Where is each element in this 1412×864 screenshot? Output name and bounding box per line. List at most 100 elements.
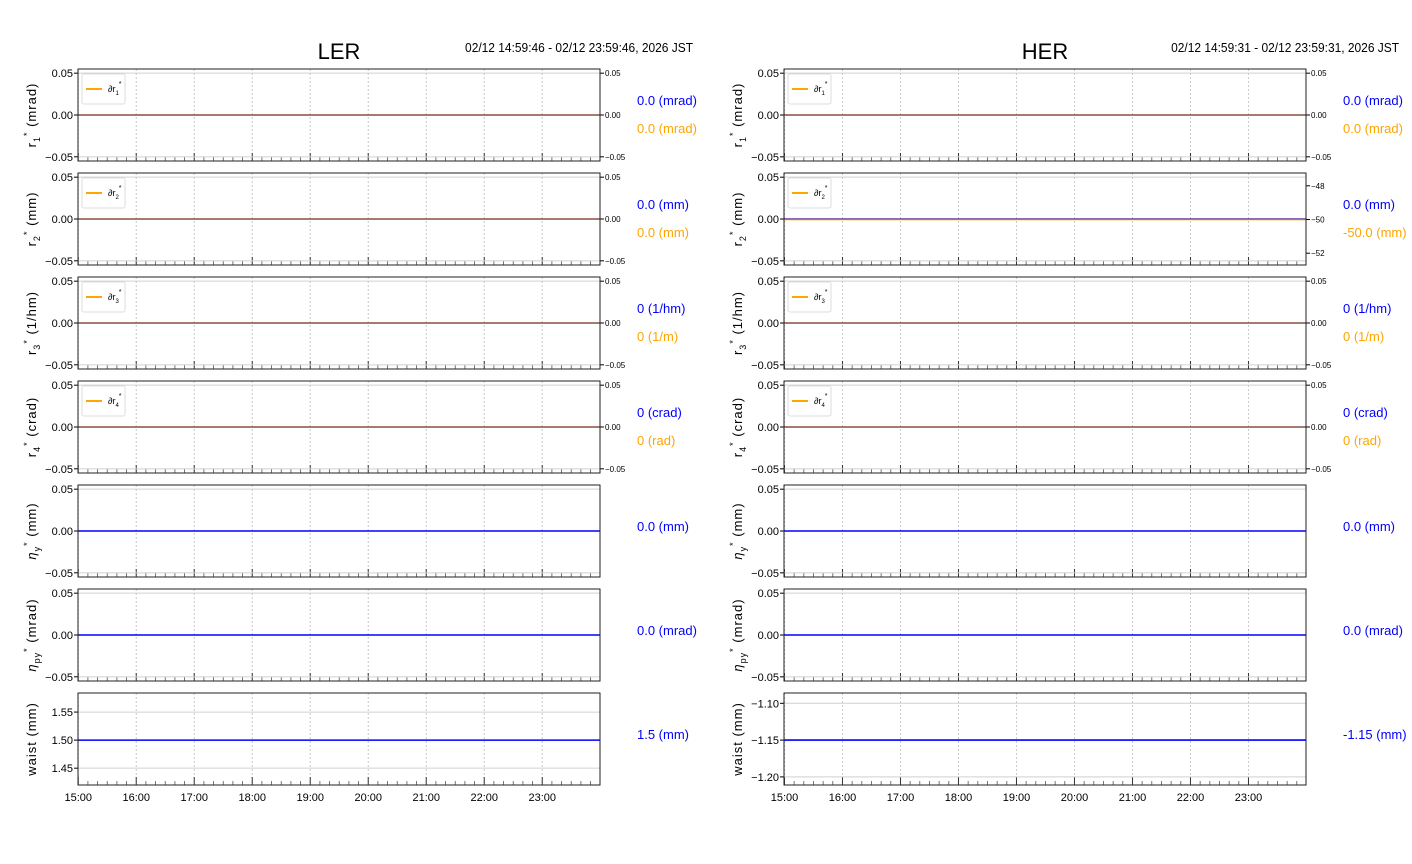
time-range-label: 02/12 14:59:31 - 02/12 23:59:31, 2026 JS…	[1171, 41, 1399, 56]
y-label-subscript: 1	[32, 136, 42, 142]
y-tick-label: 1.55	[52, 707, 73, 719]
y-axis-label: r3* (1/hm)	[728, 291, 748, 355]
chart-title: LER	[318, 39, 361, 64]
y-tick-label: 0.05	[52, 484, 73, 496]
panel-0: 0.050.00−0.050.050.00−0.05∂r1*r1* (mrad)…	[728, 68, 1403, 164]
readout-value: 1.5 (mm)	[637, 727, 689, 742]
y-label-unit: (crad)	[24, 397, 39, 442]
y-tick-label: −1.15	[751, 735, 779, 747]
readout-value: 0.0 (mrad)	[637, 623, 697, 638]
y-tick-label: 0.05	[52, 276, 73, 288]
y-tick-label: 0.05	[758, 172, 779, 184]
y-axis-label: r4* (crad)	[728, 397, 748, 457]
y-label-main: waist	[24, 741, 39, 777]
readout-value: 0.0 (mrad)	[1343, 623, 1403, 638]
x-tick-label: 21:00	[1119, 792, 1147, 804]
y-label-subscript: 4	[32, 446, 42, 452]
y-label-subscript: py	[32, 652, 42, 664]
y-tick-label: 0.05	[758, 484, 779, 496]
y-axis-label: r1* (mrad)	[728, 83, 748, 148]
y-tick-label: 0.05	[758, 68, 779, 80]
legend-star: *	[119, 393, 122, 400]
y-axis-label: ηy* (mm)	[22, 502, 42, 559]
right-y-tick-label: 0.05	[1311, 69, 1327, 78]
legend-text: ∂r	[814, 188, 821, 198]
y-tick-label: 0.05	[758, 276, 779, 288]
y-label-subscript: 1	[738, 136, 748, 142]
right-y-tick-label: 0.05	[1311, 277, 1327, 286]
y-tick-label: 0.00	[758, 318, 779, 330]
legend: ∂r4*	[787, 385, 832, 417]
right-y-tick-label: 0.00	[605, 111, 621, 120]
readout-value: 0.0 (mrad)	[637, 93, 697, 108]
y-axis-label: ηpy* (mrad)	[728, 598, 748, 671]
y-label-unit: (1/hm)	[730, 291, 745, 339]
x-tick-label: 15:00	[771, 792, 799, 804]
y-tick-label: 0.05	[52, 380, 73, 392]
x-tick-label: 21:00	[412, 792, 440, 804]
y-tick-label: 0.05	[52, 68, 73, 80]
legend-star: *	[119, 289, 122, 296]
legend-star: *	[825, 393, 828, 400]
panel-1: 0.050.00−0.050.050.00−0.05∂r2*r2* (mm) 0.…	[22, 172, 689, 268]
y-tick-label: 0.00	[758, 110, 779, 122]
y-tick-label: −0.05	[751, 672, 779, 684]
readout-value: 0 (1/hm)	[637, 301, 685, 316]
right-y-tick-label: −0.05	[605, 465, 626, 474]
y-axis-label: ηy* (mm)	[728, 502, 748, 559]
y-label-unit: (mm)	[24, 502, 39, 541]
y-tick-label: 0.00	[52, 526, 73, 538]
y-label-subscript: py	[738, 652, 748, 664]
x-tick-label: 16:00	[829, 792, 857, 804]
y-label-unit: (mm)	[730, 702, 745, 741]
y-tick-label: 0.00	[52, 630, 73, 642]
readout-value: 0 (1/m)	[1343, 329, 1384, 344]
y-tick-label: 0.05	[758, 588, 779, 600]
panel-5: 0.05 0.00 −0.05ηpy* (mrad) 0.0 (mrad)	[22, 588, 697, 684]
panel-4: 0.05 0.00 −0.05ηy* (mm) 0.0 (mm)	[728, 484, 1395, 580]
right-y-tick-label: −0.05	[1311, 361, 1332, 370]
plot-frame	[77, 692, 601, 786]
legend-star: *	[825, 289, 828, 296]
y-tick-label: −0.05	[45, 672, 73, 684]
y-label-subscript: 2	[32, 235, 42, 241]
panel-0: 0.050.00−0.050.050.00−0.05∂r1*r1* (mrad)…	[22, 68, 697, 164]
panel-6: −1.10 −1.15 −1.20 waist (mm) -1.15 (mm) 15:00…	[730, 692, 1407, 804]
right-y-tick-label: 0.00	[1311, 423, 1327, 432]
panel-2: 0.050.00−0.050.050.00−0.05∂r3*r3* (1/hm)…	[22, 276, 685, 372]
readout-value: -50.0 (mm)	[1343, 225, 1407, 240]
y-tick-label: −0.05	[45, 360, 73, 372]
panel-5: 0.05 0.00 −0.05ηpy* (mrad) 0.0 (mrad)	[728, 588, 1403, 684]
y-tick-label: −0.05	[751, 464, 779, 476]
y-tick-label: 0.05	[758, 380, 779, 392]
panel-6: 1.55 1.50 1.45 waist (mm) 1.5 (mm) 15:00 16:00…	[24, 692, 689, 804]
y-axis-label: r1* (mrad)	[22, 83, 42, 148]
plot-frame	[783, 692, 1307, 786]
y-label-unit: (mm)	[730, 502, 745, 541]
x-tick-label: 17:00	[180, 792, 208, 804]
readout-value: 0 (rad)	[1343, 433, 1381, 448]
panel-4: 0.05 0.00 −0.05ηy* (mm) 0.0 (mm)	[22, 484, 689, 580]
y-label-unit: (mrad)	[24, 83, 39, 132]
readout-value: 0.0 (mm)	[637, 197, 689, 212]
legend: ∂r3*	[787, 281, 832, 313]
legend: ∂r2*	[81, 177, 126, 209]
readout-value: 0.0 (mrad)	[1343, 121, 1403, 136]
right-y-tick-label: 0.05	[1311, 381, 1327, 390]
right-y-tick-label: 0.05	[605, 69, 621, 78]
y-label-unit: (1/hm)	[24, 291, 39, 339]
readout-value: -1.15 (mm)	[1343, 727, 1407, 742]
readout-value: 0.0 (mrad)	[637, 121, 697, 136]
readout-value: 0 (crad)	[1343, 405, 1388, 420]
y-axis-label: r2* (mm)	[22, 192, 42, 247]
readout-value: 0 (1/m)	[637, 329, 678, 344]
y-tick-label: −0.05	[45, 464, 73, 476]
y-tick-label: −1.20	[751, 772, 779, 784]
y-tick-label: 0.00	[758, 422, 779, 434]
right-y-tick-label: −0.05	[1311, 153, 1332, 162]
y-label-unit: (mm)	[730, 192, 745, 231]
y-tick-label: −0.05	[45, 568, 73, 580]
readout-value: 0.0 (mm)	[637, 519, 689, 534]
ler-chart: LER 02/12 14:59:46 - 02/12 23:59:46, 2026…	[22, 39, 697, 804]
y-tick-label: 0.00	[52, 110, 73, 122]
